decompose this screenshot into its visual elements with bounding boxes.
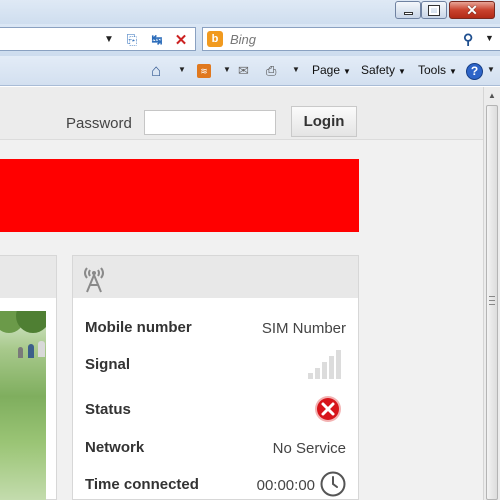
time-connected-value: 00:00:00 bbox=[256, 477, 315, 494]
address-bar[interactable]: ▼ ⎘ ↹ ✕ bbox=[0, 27, 196, 51]
compatibility-view-icon[interactable]: ⎘ bbox=[122, 31, 142, 49]
refresh-icon[interactable]: ↹ bbox=[147, 31, 167, 49]
time-connected-label: Time connected bbox=[85, 476, 199, 493]
signal-label: Signal bbox=[85, 356, 131, 373]
vertical-scrollbar[interactable]: ▲ bbox=[483, 87, 500, 500]
status-row: Status bbox=[73, 395, 358, 425]
feeds-dropdown-icon[interactable]: ▼ bbox=[223, 65, 231, 74]
mobile-number-row: Mobile number SIM Number bbox=[73, 313, 358, 343]
chevron-down-icon: ▼ bbox=[343, 67, 351, 76]
home-dropdown-icon[interactable]: ▼ bbox=[178, 65, 186, 74]
mail-icon[interactable]: ✉ bbox=[238, 62, 249, 80]
page-menu[interactable]: Page ▼ bbox=[312, 63, 351, 77]
page-content: Password Login Mobile number SIM Number … bbox=[0, 87, 483, 500]
password-field[interactable] bbox=[144, 110, 276, 135]
mobile-number-label: Mobile number bbox=[85, 319, 192, 336]
minimize-button[interactable] bbox=[395, 1, 421, 19]
tools-menu-label: Tools bbox=[418, 63, 447, 77]
bing-icon: b bbox=[207, 31, 223, 47]
help-button[interactable]: ? bbox=[466, 62, 483, 80]
help-icon: ? bbox=[466, 62, 483, 80]
password-label: Password bbox=[66, 115, 132, 132]
restore-icon bbox=[428, 4, 440, 16]
search-dropdown-icon[interactable]: ▼ bbox=[485, 33, 494, 43]
scroll-up-icon[interactable]: ▲ bbox=[484, 87, 500, 103]
help-dropdown-icon[interactable]: ▼ bbox=[487, 65, 495, 74]
title-bar: ✕ bbox=[0, 0, 500, 24]
left-panel bbox=[0, 255, 57, 500]
mobile-number-value: SIM Number bbox=[261, 320, 346, 337]
feeds-icon: ≋ bbox=[197, 64, 211, 78]
safety-menu-label: Safety bbox=[361, 63, 396, 77]
page-menu-label: Page bbox=[312, 63, 341, 77]
antenna-icon bbox=[84, 267, 104, 293]
minimize-icon bbox=[403, 11, 413, 15]
safety-menu[interactable]: Safety ▼ bbox=[361, 63, 406, 77]
left-panel-header bbox=[0, 256, 56, 298]
search-input[interactable]: Bing bbox=[230, 32, 256, 47]
network-value: No Service bbox=[272, 440, 346, 457]
clock-icon bbox=[320, 471, 346, 497]
network-row: Network No Service bbox=[73, 433, 358, 463]
signal-bars-icon bbox=[308, 350, 341, 379]
signal-row: Signal bbox=[73, 350, 358, 380]
close-icon: ✕ bbox=[466, 1, 478, 18]
tools-menu[interactable]: Tools ▼ bbox=[418, 63, 457, 77]
network-label: Network bbox=[85, 439, 145, 456]
chevron-down-icon: ▼ bbox=[398, 67, 406, 76]
restore-button[interactable] bbox=[421, 1, 447, 19]
close-button[interactable]: ✕ bbox=[449, 1, 495, 19]
search-box[interactable]: b Bing ⚲ ▼ bbox=[202, 27, 500, 51]
status-panel-header bbox=[73, 256, 358, 298]
connection-status-panel: Mobile number SIM Number Signal Status N… bbox=[72, 255, 359, 500]
login-bar: Password Login bbox=[0, 87, 483, 140]
home-icon[interactable]: ⌂ bbox=[151, 61, 161, 80]
park-photo bbox=[0, 311, 46, 500]
address-dropdown-icon[interactable]: ▼ bbox=[104, 34, 114, 45]
print-icon[interactable]: ⎙ bbox=[266, 62, 276, 80]
scroll-thumb[interactable] bbox=[486, 105, 498, 500]
time-connected-row: Time connected 00:00:00 bbox=[73, 470, 358, 500]
scroll-grip-icon bbox=[489, 296, 495, 305]
login-button[interactable]: Login bbox=[291, 106, 357, 137]
status-label: Status bbox=[85, 401, 131, 418]
chevron-down-icon: ▼ bbox=[449, 67, 457, 76]
error-icon bbox=[315, 396, 341, 422]
stop-icon[interactable]: ✕ bbox=[171, 31, 191, 49]
header-banner bbox=[0, 159, 359, 232]
address-row: ▼ ⎘ ↹ ✕ b Bing ⚲ ▼ bbox=[0, 24, 500, 56]
search-icon[interactable]: ⚲ bbox=[463, 31, 473, 48]
feeds-button[interactable]: ≋ bbox=[197, 62, 211, 80]
print-dropdown-icon[interactable]: ▼ bbox=[292, 65, 300, 74]
command-bar: ⌂ ▼ ≋ ▼ ✉ ⎙ ▼ Page ▼ Safety ▼ Tools ▼ ? ▼ bbox=[0, 56, 500, 86]
